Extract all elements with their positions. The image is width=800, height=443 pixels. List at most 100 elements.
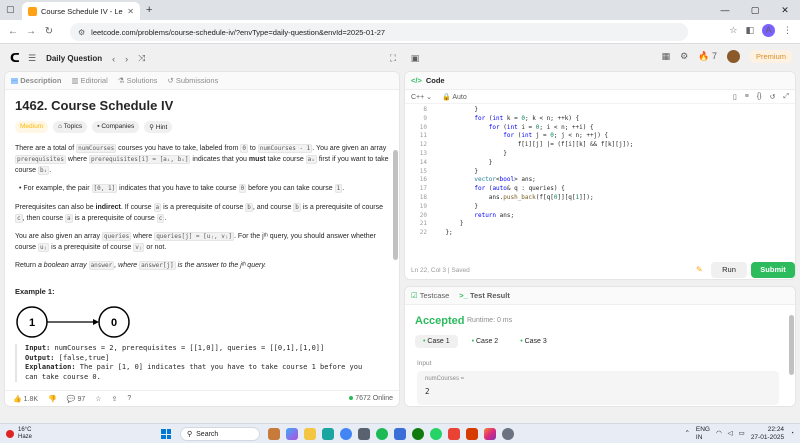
braces-icon[interactable]: {} (757, 93, 762, 101)
problem-list-icon[interactable]: ☰ (28, 53, 36, 64)
bookmark-star-icon[interactable]: ☆ (729, 25, 737, 36)
daily-question-title[interactable]: Daily Question (46, 54, 102, 63)
copilot-icon[interactable] (286, 428, 298, 440)
code-line[interactable]: 15 } (405, 168, 795, 177)
battery-icon[interactable]: ▭ (739, 430, 745, 438)
tab-description[interactable]: ▤ Description (11, 76, 61, 85)
note-icon[interactable]: ✎ (696, 265, 703, 274)
result-scrollbar[interactable] (789, 315, 794, 375)
weather-widget[interactable]: 16°C Haze (6, 427, 32, 441)
tab-code[interactable]: Code (426, 76, 445, 85)
extensions-icon[interactable]: ◧ (745, 25, 754, 36)
close-tab-icon[interactable]: ✕ (127, 7, 134, 16)
code-line[interactable]: 21 } (405, 220, 795, 229)
share-icon[interactable]: ⇪ (112, 395, 118, 403)
instagram-icon[interactable] (484, 428, 496, 440)
code-editor[interactable]: 8 } 9 for (int k = 0; k < n; ++k) {10 for… (405, 106, 795, 238)
like-button[interactable]: 👍 1.8K (13, 395, 38, 403)
streak-counter[interactable]: 🔥 7 (698, 51, 717, 62)
code-line[interactable]: 12 f[i][j] |= (f[i][k] && f[k][j]); (405, 141, 795, 150)
fullscreen-icon[interactable]: ⤢ (783, 93, 789, 101)
settings-app-icon[interactable] (502, 428, 514, 440)
browser-tab[interactable]: Course Schedule IV - LeetCode ✕ (22, 2, 140, 20)
next-problem-icon[interactable]: › (125, 54, 128, 64)
tray-chevron-icon[interactable]: ⌃ (684, 430, 689, 438)
auto-mode-toggle[interactable]: 🔒 Auto (442, 93, 467, 101)
code-line[interactable]: 9 for (int k = 0; k < n; ++k) { (405, 115, 795, 124)
windows-start-icon[interactable] (161, 429, 171, 439)
bookmark-icon[interactable]: ▯ (733, 93, 737, 101)
shuffle-icon[interactable]: ⤨ (138, 53, 145, 64)
code-line[interactable]: 18 ans.push_back(f[q[0]][q[1]]); (405, 194, 795, 203)
chrome-icon[interactable] (340, 428, 352, 440)
companies-tag[interactable]: ▪ Companies (92, 121, 140, 133)
reset-icon[interactable]: ↺ (770, 93, 776, 101)
reload-icon[interactable]: ↻ (40, 26, 58, 37)
dislike-icon[interactable]: 👎 (48, 395, 57, 403)
app-icon[interactable] (394, 428, 406, 440)
profile-avatar[interactable]: A (762, 24, 775, 37)
gmail-icon[interactable] (448, 428, 460, 440)
code-line[interactable]: 20 return ans; (405, 212, 795, 221)
new-tab-icon[interactable]: + (146, 4, 152, 16)
spotify-icon[interactable] (376, 428, 388, 440)
volume-icon[interactable]: ◁ (728, 430, 733, 438)
problem-title[interactable]: 1462. Course Schedule IV (15, 98, 389, 113)
code-line[interactable]: 16 vector<bool> ans; (405, 176, 795, 185)
tab-submissions[interactable]: ↺ Submissions (167, 76, 218, 85)
debug-icon[interactable]: ⛶ (386, 51, 400, 65)
language-select[interactable]: C++ ⌄ (411, 93, 432, 101)
case-tab-1[interactable]: • Case 1 (415, 335, 458, 348)
office-icon[interactable] (466, 428, 478, 440)
tab-testcase[interactable]: ☑ Testcase (411, 291, 449, 300)
notes-icon[interactable]: ▣ (408, 51, 422, 65)
tab-search-icon[interactable]: ▢ (6, 4, 15, 15)
case-tab-2[interactable]: • Case 2 (464, 335, 507, 348)
tab-editorial[interactable]: ▥ Editorial (71, 76, 107, 85)
favorite-star-icon[interactable]: ☆ (95, 395, 101, 403)
code-line[interactable]: 11 for (int j = 0; j < n; ++j) { (405, 132, 795, 141)
game-app-icon[interactable] (268, 428, 280, 440)
run-button[interactable]: Run (711, 262, 747, 278)
help-icon[interactable]: ? (127, 395, 131, 402)
code-line[interactable]: 10 for (int i = 0; i < n; ++i) { (405, 124, 795, 133)
wifi-icon[interactable]: ◠ (716, 430, 722, 438)
language-indicator[interactable]: ENG IN (696, 426, 710, 441)
code-line[interactable]: 22 }; (405, 229, 795, 238)
tab-solutions[interactable]: ⚗ Solutions (118, 76, 158, 85)
comments-button[interactable]: 💬 97 (67, 395, 85, 403)
settings-gear-icon[interactable]: ⚙ (680, 51, 688, 62)
case-tab-3[interactable]: • Case 3 (512, 335, 555, 348)
url-bar[interactable]: ⚙ leetcode.com/problems/course-schedule-… (70, 23, 688, 41)
premium-button[interactable]: Premium (749, 50, 792, 63)
hint-tag[interactable]: ⚲ Hint (144, 121, 173, 133)
minimize-icon[interactable]: — (710, 0, 740, 20)
file-explorer-icon[interactable] (304, 428, 316, 440)
code-line[interactable]: 8 } (405, 106, 795, 115)
edge-icon[interactable] (322, 428, 334, 440)
user-avatar[interactable] (726, 50, 740, 63)
code-line[interactable]: 19 } (405, 203, 795, 212)
camera-icon[interactable] (358, 428, 370, 440)
whatsapp-icon[interactable] (430, 428, 442, 440)
code-line[interactable]: 13 } (405, 150, 795, 159)
format-icon[interactable]: ≡ (745, 93, 749, 101)
layout-icon[interactable]: ▦ (662, 51, 671, 62)
tab-test-result[interactable]: >_ Test Result (459, 291, 510, 300)
description-scrollbar[interactable] (393, 150, 398, 260)
clock[interactable]: 22:24 27-01-2025 (751, 426, 784, 441)
submit-button[interactable]: Submit (751, 262, 795, 278)
leetcode-logo-icon[interactable]: ᑕ (10, 51, 20, 65)
close-window-icon[interactable]: ✕ (770, 0, 800, 20)
browser-menu-icon[interactable]: ⋮ (783, 25, 792, 36)
taskbar-search[interactable]: ⚲ Search (180, 427, 260, 441)
site-info-icon[interactable]: ⚙ (78, 28, 85, 37)
back-icon[interactable]: ← (4, 26, 22, 37)
code-line[interactable]: 14 } (405, 159, 795, 168)
prev-problem-icon[interactable]: ‹ (112, 54, 115, 64)
topics-tag[interactable]: ⌂ Topics (53, 121, 88, 133)
maximize-icon[interactable]: ▢ (740, 0, 770, 20)
code-line[interactable]: 17 for (auto& q : queries) { (405, 185, 795, 194)
notifications-icon[interactable]: ◔ (790, 430, 794, 438)
xbox-icon[interactable] (412, 428, 424, 440)
